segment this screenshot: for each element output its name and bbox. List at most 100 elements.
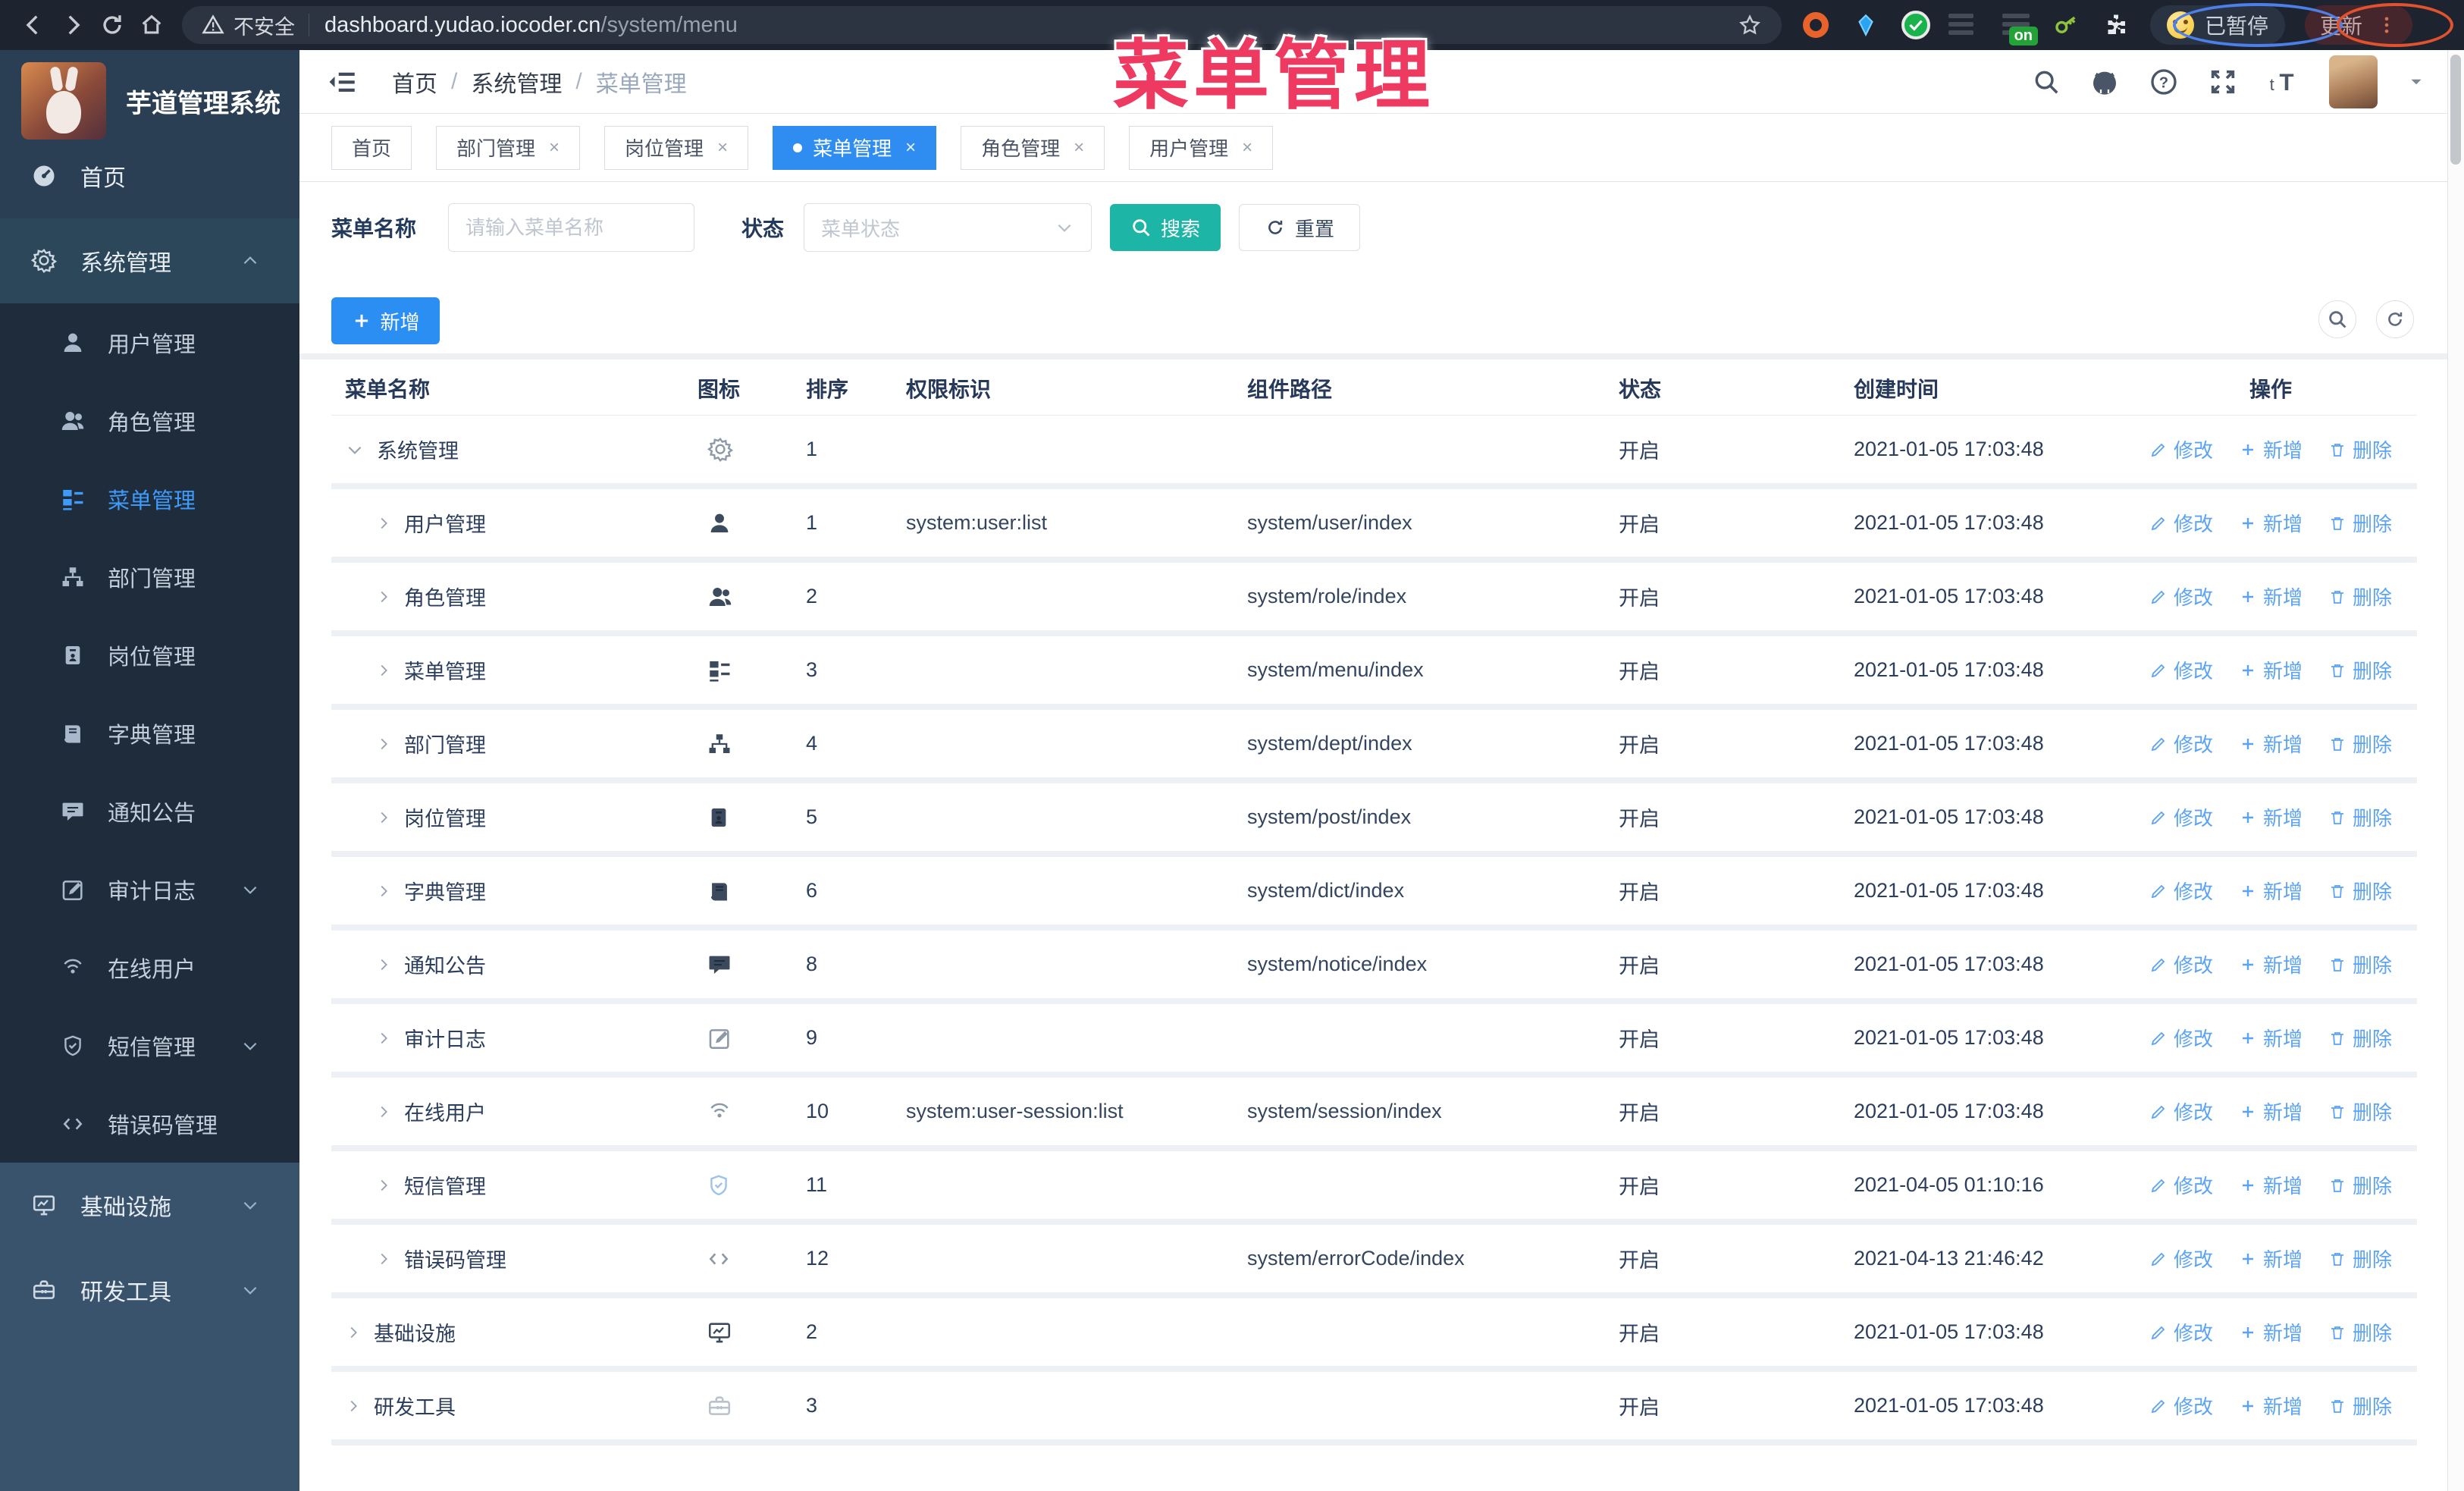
extension-green-check-icon[interactable] <box>1898 8 1933 42</box>
avatar-dropdown-caret-icon[interactable] <box>2406 72 2426 92</box>
row-expand-chevron-right-icon[interactable] <box>375 736 392 752</box>
scrollbar-thumb[interactable] <box>2450 55 2461 165</box>
help-icon[interactable]: ? <box>2149 67 2179 97</box>
row-expand-chevron-right-icon[interactable] <box>345 1398 362 1414</box>
row-action-新增[interactable]: 新增 <box>2239 1318 2303 1346</box>
row-action-修改[interactable]: 修改 <box>2149 1097 2213 1125</box>
tab-首页[interactable]: 首页 <box>331 125 412 170</box>
sidebar-item-基础设施[interactable]: 基础设施 <box>0 1163 299 1248</box>
row-action-新增[interactable]: 新增 <box>2239 803 2303 831</box>
breadcrumb-item[interactable]: 系统管理 <box>471 65 562 99</box>
row-action-修改[interactable]: 修改 <box>2149 656 2213 684</box>
extension-key-icon[interactable] <box>2049 8 2083 42</box>
row-action-修改[interactable]: 修改 <box>2149 803 2213 831</box>
row-expand-chevron-right-icon[interactable] <box>375 589 392 605</box>
header-search-icon[interactable] <box>2032 67 2061 96</box>
browser-reload-button[interactable] <box>92 5 132 45</box>
extension-orange-donut-icon[interactable] <box>1798 8 1833 42</box>
tab-close-icon[interactable]: × <box>1242 137 1252 159</box>
row-action-删除[interactable]: 删除 <box>2328 1392 2392 1420</box>
row-action-新增[interactable]: 新增 <box>2239 582 2303 611</box>
fullscreen-icon[interactable] <box>2208 67 2238 97</box>
row-action-修改[interactable]: 修改 <box>2149 1024 2213 1052</box>
extension-proxy-icon[interactable]: on <box>1998 8 2038 46</box>
row-action-删除[interactable]: 删除 <box>2328 730 2392 758</box>
font-size-icon[interactable]: tT <box>2267 65 2300 99</box>
row-action-修改[interactable]: 修改 <box>2149 877 2213 905</box>
sidebar-fold-button[interactable] <box>327 66 359 98</box>
row-expand-chevron-right-icon[interactable] <box>375 515 392 532</box>
browser-forward-button[interactable] <box>53 5 92 45</box>
sidebar-item-通知公告[interactable]: 通知公告 <box>0 772 299 850</box>
sidebar-item-研发工具[interactable]: 研发工具 <box>0 1248 299 1332</box>
sidebar-item-用户管理[interactable]: 用户管理 <box>0 303 299 381</box>
row-action-新增[interactable]: 新增 <box>2239 877 2303 905</box>
tab-close-icon[interactable]: × <box>1074 137 1084 159</box>
row-action-修改[interactable]: 修改 <box>2149 950 2213 978</box>
browser-back-button[interactable] <box>14 5 53 45</box>
sidebar-logo-row[interactable]: 芋道管理系统 <box>0 59 299 143</box>
extension-tiles-icon[interactable] <box>1948 8 1983 42</box>
menu-status-select[interactable]: 菜单状态 <box>804 203 1092 252</box>
sidebar-item-首页[interactable]: 首页 <box>0 133 299 218</box>
reset-button[interactable]: 重置 <box>1239 204 1361 251</box>
row-action-修改[interactable]: 修改 <box>2149 730 2213 758</box>
tab-close-icon[interactable]: × <box>717 137 728 159</box>
row-action-修改[interactable]: 修改 <box>2149 1171 2213 1199</box>
row-action-新增[interactable]: 新增 <box>2239 435 2303 463</box>
row-action-删除[interactable]: 删除 <box>2328 1318 2392 1346</box>
row-action-删除[interactable]: 删除 <box>2328 1024 2392 1052</box>
row-action-删除[interactable]: 删除 <box>2328 656 2392 684</box>
row-expand-chevron-right-icon[interactable] <box>375 662 392 679</box>
toggle-search-button[interactable] <box>2318 300 2356 338</box>
search-button[interactable]: 搜索 <box>1110 204 1221 251</box>
row-action-修改[interactable]: 修改 <box>2149 1318 2213 1346</box>
row-expand-chevron-right-icon[interactable] <box>375 1251 392 1267</box>
tab-close-icon[interactable]: × <box>549 137 560 159</box>
row-action-删除[interactable]: 删除 <box>2328 1171 2392 1199</box>
vertical-scrollbar[interactable] <box>2447 50 2464 1491</box>
row-expand-chevron-right-icon[interactable] <box>375 1030 392 1047</box>
browser-home-button[interactable] <box>132 5 171 45</box>
row-action-删除[interactable]: 删除 <box>2328 950 2392 978</box>
row-action-删除[interactable]: 删除 <box>2328 582 2392 611</box>
row-expand-chevron-right-icon[interactable] <box>375 883 392 899</box>
row-expand-chevron-right-icon[interactable] <box>375 956 392 973</box>
row-action-删除[interactable]: 删除 <box>2328 877 2392 905</box>
row-action-修改[interactable]: 修改 <box>2149 1392 2213 1420</box>
sidebar-item-角色管理[interactable]: 角色管理 <box>0 381 299 460</box>
sidebar-item-审计日志[interactable]: 审计日志 <box>0 850 299 928</box>
row-action-新增[interactable]: 新增 <box>2239 1392 2303 1420</box>
tab-close-icon[interactable]: × <box>905 137 916 159</box>
sidebar-item-短信管理[interactable]: 短信管理 <box>0 1006 299 1085</box>
row-action-新增[interactable]: 新增 <box>2239 509 2303 537</box>
row-expand-chevron-right-icon[interactable] <box>375 1103 392 1120</box>
sidebar-item-菜单管理[interactable]: 菜单管理 <box>0 460 299 538</box>
extensions-puzzle-button[interactable] <box>2099 8 2133 42</box>
row-action-修改[interactable]: 修改 <box>2149 435 2213 463</box>
sidebar-item-错误码管理[interactable]: 错误码管理 <box>0 1085 299 1163</box>
row-action-修改[interactable]: 修改 <box>2149 509 2213 537</box>
row-action-修改[interactable]: 修改 <box>2149 582 2213 611</box>
add-button[interactable]: 新增 <box>331 297 440 344</box>
sidebar-item-系统管理[interactable]: 系统管理 <box>0 218 299 303</box>
tab-部门管理[interactable]: 部门管理 × <box>436 125 581 170</box>
bookmark-star-icon[interactable] <box>1738 13 1762 37</box>
sidebar-item-岗位管理[interactable]: 岗位管理 <box>0 616 299 694</box>
user-avatar[interactable] <box>2329 55 2378 108</box>
tab-用户管理[interactable]: 用户管理 × <box>1129 125 1274 170</box>
tab-菜单管理[interactable]: 菜单管理 × <box>773 125 937 170</box>
sidebar-item-在线用户[interactable]: 在线用户 <box>0 928 299 1006</box>
row-action-修改[interactable]: 修改 <box>2149 1245 2213 1273</box>
row-expand-chevron-right-icon[interactable] <box>375 1177 392 1194</box>
extension-blue-gem-icon[interactable] <box>1848 8 1883 42</box>
row-expand-chevron-right-icon[interactable] <box>345 1324 362 1341</box>
row-action-新增[interactable]: 新增 <box>2239 1024 2303 1052</box>
sidebar-item-字典管理[interactable]: 字典管理 <box>0 694 299 772</box>
row-action-新增[interactable]: 新增 <box>2239 1097 2303 1125</box>
row-expand-chevron-right-icon[interactable] <box>375 809 392 826</box>
breadcrumb-item[interactable]: 首页 <box>392 65 437 99</box>
refresh-table-button[interactable] <box>2376 300 2414 338</box>
row-action-删除[interactable]: 删除 <box>2328 435 2392 463</box>
row-action-删除[interactable]: 删除 <box>2328 509 2392 537</box>
